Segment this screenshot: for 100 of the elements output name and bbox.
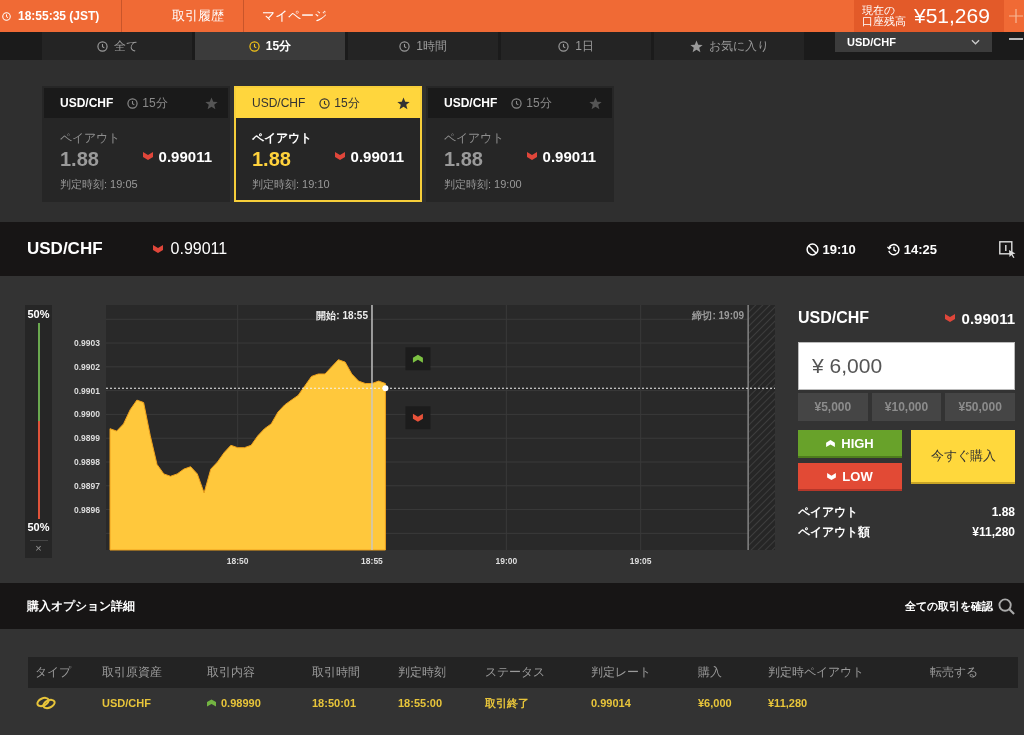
rate-value: 0.99011: [350, 147, 404, 165]
clock-icon: [248, 40, 260, 52]
buy-now-button[interactable]: 今すぐ購入: [911, 430, 1015, 484]
table-cell: 0.98990: [221, 697, 261, 709]
down-chevron-icon: [827, 472, 837, 480]
y-axis-label: 0.9897: [74, 480, 100, 491]
card-pair: USD/CHF: [444, 96, 498, 110]
low-percent: 50%: [27, 521, 50, 534]
balance-amount: ¥51,269: [914, 4, 990, 28]
option-card[interactable]: USD/CHF 15分 ペイアウト 1.88 0.99011 判定時刻: 19:10: [234, 86, 422, 202]
table-cell: 18:55:00: [398, 697, 443, 709]
star-icon[interactable]: [205, 96, 218, 110]
payout-value: 1.88: [252, 147, 291, 171]
clock-icon: [319, 97, 331, 109]
pair-title: USD/CHF: [27, 239, 103, 259]
chevron-down-icon: [971, 39, 980, 45]
clock-icon: [127, 97, 139, 109]
card-period: 15分: [142, 94, 168, 112]
star-icon[interactable]: [397, 96, 410, 110]
amount-field[interactable]: ¥ 6,000: [798, 342, 1015, 390]
period-tab[interactable]: 全て: [42, 32, 192, 60]
window-cursor-icon[interactable]: [999, 240, 1016, 258]
y-axis-label: 0.9898: [74, 457, 100, 467]
card-period: 15分: [334, 94, 360, 112]
summary-value: 1.88: [991, 505, 1015, 519]
expiry-time: 判定時刻: 19:05: [60, 177, 139, 191]
payout-label: ペイアウト: [444, 130, 505, 146]
y-axis-label: 0.9903: [74, 338, 100, 349]
remaining-time: 14:25: [903, 241, 937, 257]
expiry-time: 判定時刻: 19:00: [444, 177, 523, 191]
pair-dropdown[interactable]: USD/CHF: [835, 32, 992, 52]
table-cell: 0.99014: [591, 697, 631, 709]
expiry-time: 判定時刻: 19:10: [252, 177, 331, 191]
x-axis-label: 18:55: [361, 556, 383, 566]
y-axis-label: 0.9901: [74, 385, 100, 396]
column-header: 判定時ペイアウト: [767, 664, 865, 681]
search-icon[interactable]: [998, 597, 1015, 615]
link-icon: [35, 696, 57, 710]
down-chevron-icon[interactable]: [405, 406, 431, 430]
x-axis-label: 19:00: [495, 556, 518, 566]
pair-title: USD/CHF: [798, 309, 870, 327]
payout-label: ペイアウト: [252, 130, 313, 146]
column-header: 転売する: [929, 664, 979, 681]
period-tab[interactable]: 1時間: [348, 32, 498, 60]
history-icon: [886, 242, 900, 256]
balance-label: 口座残高: [862, 16, 906, 27]
clock-time: 18:55:35 (JST): [18, 9, 100, 23]
deadline-label: 締切: 19:09: [692, 310, 745, 321]
column-header: 取引原資産: [101, 664, 163, 681]
up-chevron-icon[interactable]: [405, 347, 431, 371]
option-card[interactable]: USD/CHF 15分 ペイアウト 1.88 0.99011 判定時刻: 19:00: [426, 86, 614, 202]
table-cell: ¥11,280: [768, 697, 808, 709]
price-dot-icon: [382, 385, 389, 392]
column-header: 取引時間: [311, 664, 361, 681]
summary-label: ペイアウト: [798, 503, 858, 521]
summary-value: ¥11,280: [972, 525, 1015, 539]
table-cell: 18:50:01: [312, 697, 357, 709]
nav-link[interactable]: マイページ: [244, 0, 327, 32]
star-icon[interactable]: [589, 96, 602, 110]
column-header: 判定レート: [590, 664, 652, 681]
period-tab[interactable]: 15分: [195, 32, 345, 60]
column-header: ステータス: [484, 664, 546, 681]
option-card[interactable]: USD/CHF 15分 ペイアウト 1.88 0.99011 判定時刻: 19:05: [42, 86, 230, 202]
card-pair: USD/CHF: [252, 96, 306, 110]
column-header: 判定時刻: [397, 664, 447, 681]
x-axis-label: 18:50: [226, 556, 249, 566]
y-axis-label: 0.9899: [74, 433, 100, 444]
y-axis-label: 0.9902: [74, 361, 100, 372]
up-chevron-icon: [826, 439, 836, 447]
table-cell: USD/CHF: [102, 697, 151, 709]
high-button[interactable]: HIGH: [798, 430, 902, 458]
view-all-link[interactable]: 全ての取引を確認: [905, 598, 993, 614]
x-axis-label: 19:05: [629, 556, 652, 566]
y-axis-label: 0.9896: [74, 504, 100, 515]
high-percent: 50%: [27, 308, 50, 321]
table-cell: 取引終了: [485, 695, 529, 711]
rate-value: 0.99011: [170, 240, 228, 258]
payout-value: 1.88: [60, 147, 99, 171]
clock-icon: [2, 11, 11, 21]
rate-value: 0.99011: [158, 147, 212, 165]
close-button[interactable]: ×: [29, 540, 48, 555]
low-button[interactable]: LOW: [798, 463, 902, 491]
time-marker-label: 開始: 18:55: [316, 310, 368, 321]
clock-icon: [558, 40, 570, 52]
star-icon: [689, 39, 703, 53]
clock-icon: [399, 40, 411, 52]
period-tab[interactable]: お気に入り: [654, 32, 804, 60]
column-header: 取引内容: [206, 664, 256, 681]
clock-icon: [96, 40, 108, 52]
period-tab[interactable]: 1日: [501, 32, 651, 60]
balance-label: 現在の: [862, 5, 895, 16]
ban-icon: [805, 242, 819, 256]
payout-value: 1.88: [444, 147, 483, 171]
payout-label: ペイアウト: [60, 130, 121, 146]
section-title: 購入オプション詳細: [27, 597, 135, 615]
rate-value: 0.99011: [542, 147, 596, 165]
column-header: 購入: [697, 664, 723, 681]
expiry-time: 19:10: [822, 241, 856, 257]
y-axis-label: 0.9900: [74, 409, 100, 420]
card-pair: USD/CHF: [60, 96, 114, 110]
